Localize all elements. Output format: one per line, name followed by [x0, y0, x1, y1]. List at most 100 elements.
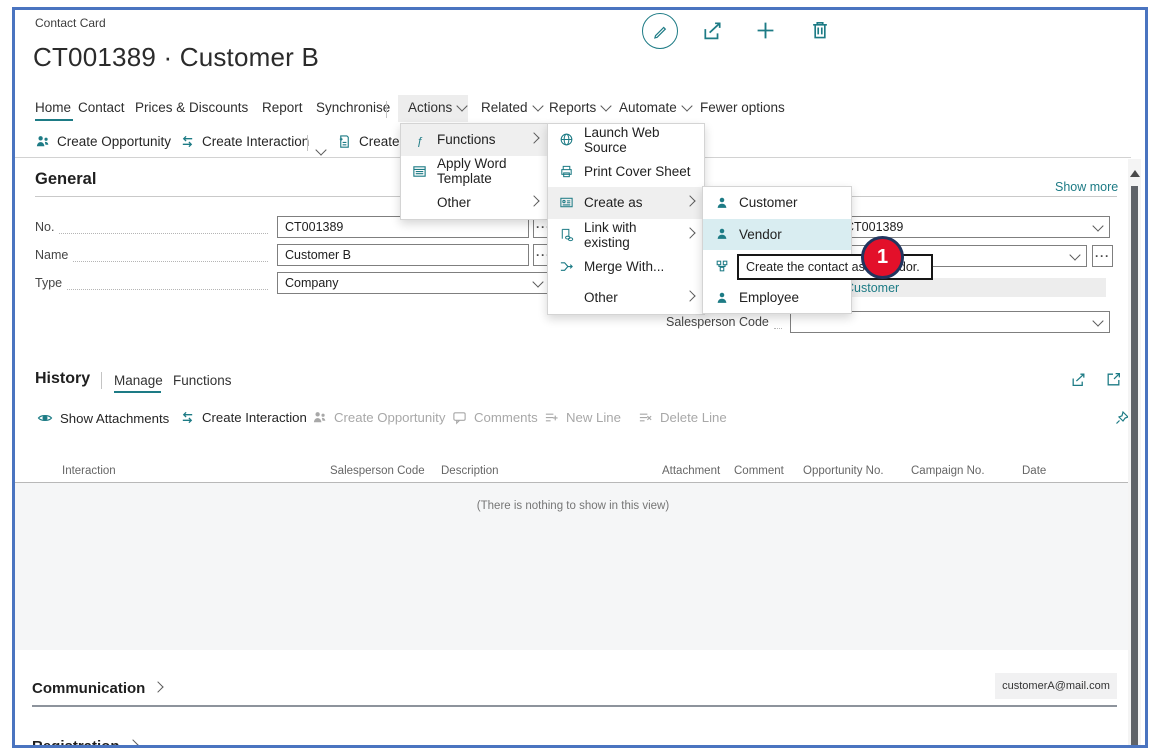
share-icon: [1070, 371, 1087, 388]
menu-item-launch-web-source[interactable]: Launch Web Source: [548, 124, 704, 156]
history-share-button[interactable]: [1070, 371, 1087, 388]
eye-icon: [37, 410, 53, 426]
column-attachment[interactable]: Attachment: [662, 465, 720, 477]
tab-report[interactable]: Report: [262, 100, 303, 115]
menu-related[interactable]: Related: [481, 100, 542, 115]
new-button[interactable]: [754, 19, 777, 42]
chevron-down-icon: [532, 276, 543, 287]
chevron-right-icon: [153, 681, 164, 692]
create-interaction-button[interactable]: Create Interaction: [180, 134, 309, 149]
scrollbar-thumb[interactable]: [1131, 186, 1138, 748]
show-more-link[interactable]: Show more: [1055, 180, 1118, 194]
menu-item-merge-with[interactable]: Merge With...: [548, 250, 704, 282]
edit-button[interactable]: [642, 13, 678, 49]
email-chip[interactable]: customerA@mail.com: [995, 673, 1117, 699]
comment-icon: [452, 410, 467, 425]
chevron-down-icon: [1092, 220, 1103, 231]
chevron-down-icon: [532, 100, 543, 111]
create-as-submenu: Customer Vendor Bank Employee: [702, 186, 852, 314]
menu-item-link-with-existing[interactable]: Link with existing: [548, 219, 704, 251]
delete-line-icon: [638, 410, 653, 425]
id-card-icon: [558, 195, 575, 210]
column-description[interactable]: Description: [441, 465, 499, 477]
field-label-no: No.: [35, 216, 273, 238]
communication-section-toggle[interactable]: Communication: [32, 680, 162, 697]
menu-item-vendor[interactable]: Vendor: [703, 219, 851, 251]
general-heading: General: [35, 170, 96, 189]
new-line-button[interactable]: New Line: [544, 410, 621, 425]
tab-contact[interactable]: Contact: [78, 100, 125, 115]
tab-functions[interactable]: Functions: [173, 373, 232, 388]
field-label-type: Type: [35, 272, 273, 294]
function-icon: ƒ: [411, 133, 428, 147]
create-opportunity-button[interactable]: Create Opportunity: [35, 134, 171, 149]
share-button[interactable]: [701, 19, 724, 42]
pencil-icon: [652, 23, 668, 39]
menu-item-apply-word-template[interactable]: Apply Word Template: [401, 156, 548, 188]
history-create-opportunity-button[interactable]: Create Opportunity: [312, 410, 445, 425]
interaction-icon: [180, 134, 195, 149]
tab-manage[interactable]: Manage: [114, 373, 163, 388]
chevron-down-icon: [601, 100, 612, 111]
menubar-separator: [386, 101, 387, 118]
person-icon: [713, 196, 730, 210]
scrollbar-up-arrow[interactable]: [1130, 170, 1140, 177]
expand-icon[interactable]: [1105, 371, 1122, 388]
menu-automate[interactable]: Automate: [619, 100, 691, 115]
fewer-options-button[interactable]: Fewer options: [700, 100, 785, 115]
menu-item-create-as[interactable]: Create as: [548, 187, 704, 219]
name-field[interactable]: Customer B: [277, 244, 529, 266]
merge-icon: [558, 259, 575, 274]
delete-line-button[interactable]: Delete Line: [638, 410, 727, 425]
plus-icon: [754, 19, 777, 42]
menu-item-functions[interactable]: ƒ Functions: [401, 124, 548, 156]
menu-reports[interactable]: Reports: [549, 100, 610, 115]
field-label-name: Name: [35, 244, 273, 266]
chevron-down-icon: [681, 100, 692, 111]
bank-icon: [713, 259, 730, 273]
interaction-icon: [180, 410, 195, 425]
business-relation-link[interactable]: Customer: [845, 281, 899, 295]
chevron-down-icon: [457, 100, 468, 111]
chevron-right-icon: [528, 196, 539, 207]
menu-item-other[interactable]: Other: [401, 187, 548, 219]
show-attachments-button[interactable]: Show Attachments: [37, 410, 169, 426]
share-icon: [701, 19, 724, 42]
column-opportunity-no[interactable]: Opportunity No.: [803, 465, 884, 477]
communication-divider: [32, 705, 1117, 707]
menu-item-employee[interactable]: Employee: [703, 282, 851, 314]
history-create-interaction-button[interactable]: Create Interaction: [180, 410, 307, 425]
new-line-icon: [544, 410, 559, 425]
chevron-down-icon: [1092, 315, 1103, 326]
tab-synchronise[interactable]: Synchronise: [316, 100, 390, 115]
type-field[interactable]: Company: [277, 272, 550, 294]
word-template-icon: [411, 164, 428, 179]
people-icon: [312, 410, 327, 425]
column-date[interactable]: Date: [1022, 465, 1046, 477]
menu-actions[interactable]: Actions: [408, 100, 466, 115]
annotation-badge-1: 1: [861, 236, 904, 279]
column-interaction[interactable]: Interaction: [62, 465, 116, 477]
trash-icon: [809, 19, 831, 41]
delete-button[interactable]: [809, 19, 831, 41]
tab-prices-discounts[interactable]: Prices & Discounts: [135, 100, 248, 115]
page-title: CT001389 · Customer B: [33, 42, 319, 73]
tab-home[interactable]: Home: [35, 100, 71, 115]
menu-item-customer[interactable]: Customer: [703, 187, 851, 219]
sales-doc-icon: [337, 134, 352, 149]
globe-icon: [558, 132, 575, 147]
home-active-underline: [35, 119, 73, 121]
company-name-assist-edit-button[interactable]: ···: [1092, 245, 1113, 267]
people-icon: [35, 134, 50, 149]
contact-card-window: Contact Card CT001389 · Customer B Home …: [0, 0, 1150, 756]
manage-active-underline: [114, 391, 161, 393]
history-heading: History: [35, 370, 90, 388]
column-salesperson-code[interactable]: Salesperson Code: [330, 465, 425, 477]
column-campaign-no[interactable]: Campaign No.: [911, 465, 985, 477]
column-comment[interactable]: Comment: [734, 465, 784, 477]
comments-button[interactable]: Comments: [452, 410, 538, 425]
history-separator: [101, 372, 102, 389]
menu-item-functions-other[interactable]: Other: [548, 282, 704, 314]
actions-dropdown-menu: ƒ Functions Apply Word Template Other: [400, 123, 549, 220]
menu-item-print-cover-sheet[interactable]: Print Cover Sheet: [548, 156, 704, 188]
